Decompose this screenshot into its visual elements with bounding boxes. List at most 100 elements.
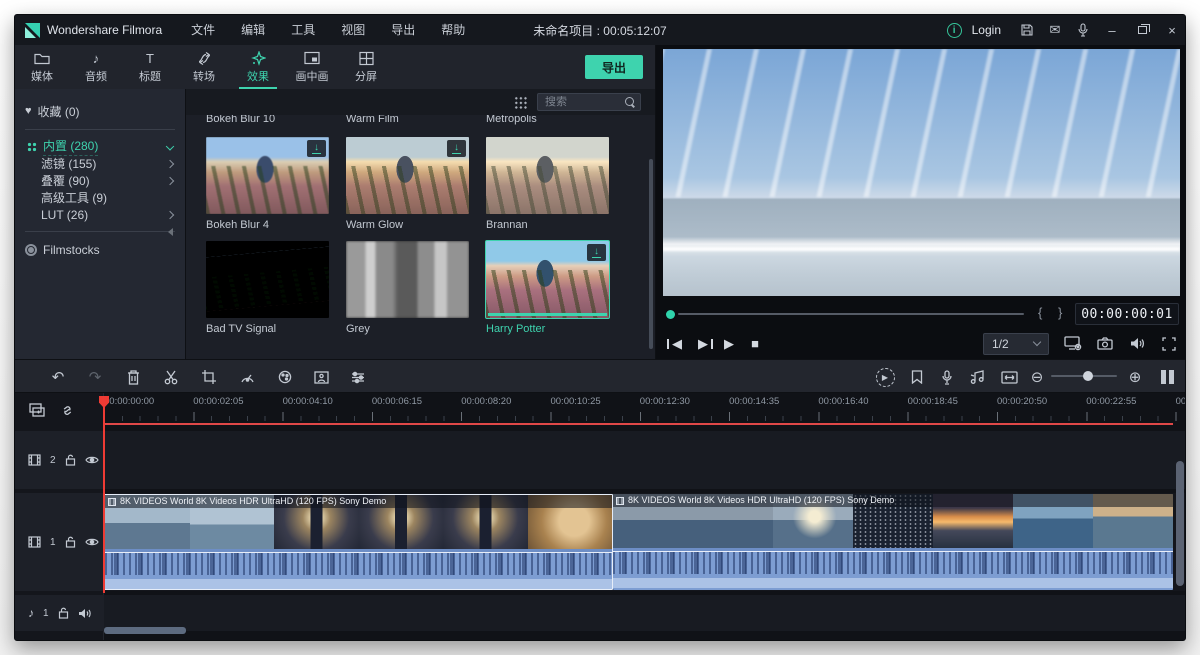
- lock-icon[interactable]: [65, 454, 76, 466]
- eye-icon[interactable]: [85, 455, 99, 465]
- stop-button[interactable]: ■: [742, 336, 768, 351]
- category-grid-icon: [27, 142, 37, 152]
- play-button[interactable]: ▶: [716, 336, 742, 352]
- wave-foam: [663, 247, 1180, 251]
- filmora-logo-icon: [25, 23, 40, 38]
- tab-transitions[interactable]: 转场: [177, 45, 231, 89]
- tab-pip[interactable]: 画中画: [285, 45, 339, 89]
- undo-button[interactable]: ↶: [46, 365, 70, 389]
- menu-tools[interactable]: 工具: [278, 15, 328, 45]
- preview-zoom-select[interactable]: 1/2: [983, 333, 1049, 355]
- color-button[interactable]: [273, 365, 297, 389]
- speed-button[interactable]: [235, 365, 259, 389]
- menu-view[interactable]: 视图: [328, 15, 378, 45]
- close-button[interactable]: ×: [1159, 19, 1185, 41]
- seek-bar[interactable]: [678, 313, 1024, 315]
- video-track-1-lane[interactable]: 8K VIDEOS World 8K Videos HDR UltraHD (1…: [104, 493, 1185, 591]
- redo-button[interactable]: ↷: [83, 365, 107, 389]
- timeline-vertical-scrollbar[interactable]: [1176, 461, 1184, 586]
- save-project-icon[interactable]: [1015, 19, 1039, 41]
- mark-in-icon[interactable]: {: [1038, 305, 1042, 320]
- login-button[interactable]: Login: [972, 23, 1001, 37]
- lock-icon[interactable]: [58, 607, 69, 619]
- adjust-sliders-button[interactable]: [346, 365, 370, 389]
- fit-timeline-button[interactable]: [997, 365, 1021, 389]
- mark-out-icon[interactable]: }: [1058, 305, 1062, 320]
- video-preview[interactable]: [663, 49, 1180, 296]
- sidebar-item-builtin[interactable]: 内置 (280): [15, 138, 185, 155]
- eye-icon[interactable]: [85, 537, 99, 547]
- voiceover-mic-button[interactable]: [935, 365, 959, 389]
- timeline-ruler[interactable]: 00:00:00:00 00:00:02:05 00:00:04:10 00:0…: [104, 396, 1186, 423]
- mail-icon[interactable]: ✉: [1043, 19, 1067, 41]
- tab-splitscreen[interactable]: 分屏: [339, 45, 393, 89]
- heart-icon: ♥: [25, 105, 32, 117]
- render-preview-button[interactable]: ▶: [873, 365, 897, 389]
- sidebar-item-advanced-tools[interactable]: 高级工具 (9): [15, 189, 185, 206]
- export-button[interactable]: 导出: [585, 55, 643, 79]
- effect-item-brannan[interactable]: Brannan: [486, 137, 626, 231]
- panel-layout-toggle-icon[interactable]: [1155, 365, 1179, 389]
- sidebar-item-filters[interactable]: 滤镜 (155): [15, 155, 185, 172]
- motion-tracking-button[interactable]: [309, 365, 333, 389]
- next-frame-button[interactable]: ▶: [690, 336, 716, 352]
- effect-item-bokeh-blur-4[interactable]: ↓ Bokeh Blur 4: [206, 137, 346, 231]
- audio-track-1-header[interactable]: ♪ 1: [15, 595, 104, 631]
- timeline-playhead[interactable]: [103, 396, 105, 593]
- info-icon[interactable]: i: [947, 23, 962, 38]
- sidebar-item-lut[interactable]: LUT (26): [15, 206, 185, 223]
- timeline-zoom-slider[interactable]: [1051, 375, 1117, 377]
- audio-mixer-button[interactable]: [965, 365, 989, 389]
- tab-audio[interactable]: ♪ 音频: [69, 45, 123, 89]
- link-ripple-icon[interactable]: [60, 403, 75, 418]
- audio-track-1-lane[interactable]: [104, 595, 1185, 631]
- manage-tracks-icon[interactable]: [29, 403, 46, 418]
- fullscreen-icon[interactable]: [1158, 333, 1180, 355]
- speaker-icon[interactable]: [78, 608, 91, 619]
- delete-button[interactable]: [121, 365, 145, 389]
- sidebar-item-favorites[interactable]: ♥ 收藏 (0): [15, 101, 185, 121]
- effect-item-bad-tv-signal[interactable]: Bad TV Signal: [206, 241, 346, 335]
- timeline-clip-2[interactable]: 8K VIDEOS World 8K Videos HDR UltraHD (1…: [613, 494, 1173, 590]
- snapshot-camera-icon[interactable]: [1094, 333, 1116, 355]
- crop-button[interactable]: [197, 365, 221, 389]
- tab-media[interactable]: 媒体: [15, 45, 69, 89]
- previous-frame-button[interactable]: ◀: [664, 336, 690, 352]
- minimize-button[interactable]: –: [1099, 19, 1125, 41]
- marker-button[interactable]: [905, 365, 929, 389]
- lock-icon[interactable]: [65, 536, 76, 548]
- video-track-2-lane[interactable]: [104, 431, 1185, 489]
- effect-item-warm-glow[interactable]: ↓ Warm Glow: [346, 137, 486, 231]
- sidebar-item-overlays[interactable]: 叠覆 (90): [15, 172, 185, 189]
- video-track-1-header[interactable]: 1: [15, 493, 104, 591]
- effect-item-harry-potter[interactable]: ↓ Harry Potter: [486, 241, 626, 335]
- timeline-clip-1[interactable]: 8K VIDEOS World 8K Videos HDR UltraHD (1…: [104, 494, 613, 590]
- menu-export[interactable]: 导出: [378, 15, 428, 45]
- menu-file[interactable]: 文件: [178, 15, 228, 45]
- search-box[interactable]: [537, 93, 641, 111]
- grid-view-icon[interactable]: [514, 96, 527, 109]
- search-input[interactable]: [545, 96, 625, 108]
- collapse-panel-icon[interactable]: [168, 228, 173, 236]
- zoom-slider-handle[interactable]: [1083, 371, 1093, 381]
- timeline-horizontal-scrollbar[interactable]: [104, 627, 186, 634]
- sidebar-item-filmstocks[interactable]: Filmstocks: [15, 240, 185, 260]
- zoom-in-button[interactable]: ⊕: [1123, 365, 1147, 389]
- volume-icon[interactable]: [1126, 333, 1148, 355]
- tab-titles[interactable]: T 标题: [123, 45, 177, 89]
- menu-help[interactable]: 帮助: [428, 15, 478, 45]
- split-scissors-button[interactable]: [159, 365, 183, 389]
- menu-edit[interactable]: 编辑: [228, 15, 278, 45]
- divider: [25, 231, 175, 232]
- restore-button[interactable]: [1129, 19, 1155, 41]
- effects-scrollbar[interactable]: [649, 159, 653, 349]
- effect-item-grey[interactable]: Grey: [346, 241, 486, 335]
- video-track-2-header[interactable]: 2: [15, 431, 104, 489]
- zoom-out-button[interactable]: ⊖: [1025, 365, 1049, 389]
- tab-effects[interactable]: 效果: [231, 45, 285, 89]
- timecode-display[interactable]: 00:00:00:01: [1075, 303, 1179, 325]
- microphone-icon[interactable]: [1071, 19, 1095, 41]
- media-tab-bar: 媒体 ♪ 音频 T 标题 转场 效果 画中画 分屏 导出: [15, 45, 656, 89]
- playhead-handle[interactable]: [666, 310, 675, 319]
- display-settings-icon[interactable]: [1062, 333, 1084, 355]
